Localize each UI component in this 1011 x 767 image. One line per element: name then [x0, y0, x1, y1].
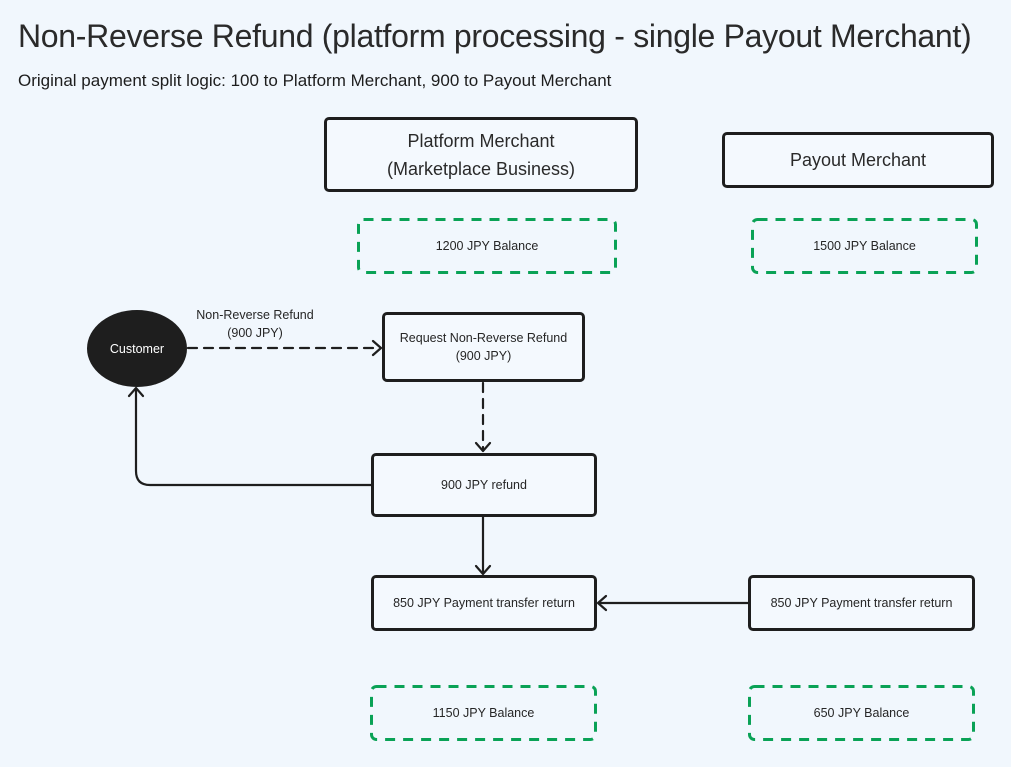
edge-customer-to-request [186, 339, 383, 357]
node-label-line1: Platform Merchant [407, 130, 555, 151]
balance-platform-after[interactable]: 1150 JPY Balance [370, 685, 597, 741]
node-label: 850 JPY Payment transfer return [393, 596, 575, 610]
edge-label-line2: (900 JPY) [227, 326, 283, 340]
node-label-line2: (900 JPY) [455, 349, 512, 363]
node-payout-transfer-return[interactable]: 850 JPY Payment transfer return [748, 575, 975, 631]
node-label-line1: Request Non-Reverse Refund [399, 331, 568, 345]
node-label: Customer [109, 341, 165, 356]
balance-label: 1150 JPY Balance [432, 706, 535, 720]
node-label: 900 JPY refund [441, 478, 527, 492]
node-platform-transfer-return[interactable]: 850 JPY Payment transfer return [371, 575, 597, 631]
node-customer[interactable]: Customer [87, 310, 187, 387]
edge-label-line1: Non-Reverse Refund [196, 308, 314, 322]
edge-refund-to-transfer-return [474, 515, 492, 576]
edge-refund-to-customer [127, 386, 373, 487]
node-label: Payout Merchant [789, 150, 927, 170]
balance-label: 650 JPY Balance [813, 706, 910, 720]
edge-request-to-refund [474, 381, 492, 453]
node-900-jpy-refund[interactable]: 900 JPY refund [371, 453, 597, 517]
node-platform-merchant[interactable]: Platform Merchant (Marketplace Business) [324, 117, 638, 192]
balance-payout-before[interactable]: 1500 JPY Balance [751, 218, 978, 274]
arrowhead-icon [371, 339, 383, 357]
balance-label: 1500 JPY Balance [813, 239, 916, 253]
balance-payout-after[interactable]: 650 JPY Balance [748, 685, 975, 741]
node-label: 850 JPY Payment transfer return [770, 596, 953, 610]
node-label-line2: (Marketplace Business) [386, 158, 576, 179]
balance-platform-before[interactable]: 1200 JPY Balance [357, 218, 617, 274]
node-payout-merchant[interactable]: Payout Merchant [722, 132, 994, 188]
edge-label-non-reverse-refund: Non-Reverse Refund (900 JPY) [190, 306, 320, 342]
edge-payout-return-to-platform-return [596, 594, 750, 612]
balance-label: 1200 JPY Balance [435, 239, 539, 253]
node-request-non-reverse-refund[interactable]: Request Non-Reverse Refund (900 JPY) [382, 312, 585, 382]
